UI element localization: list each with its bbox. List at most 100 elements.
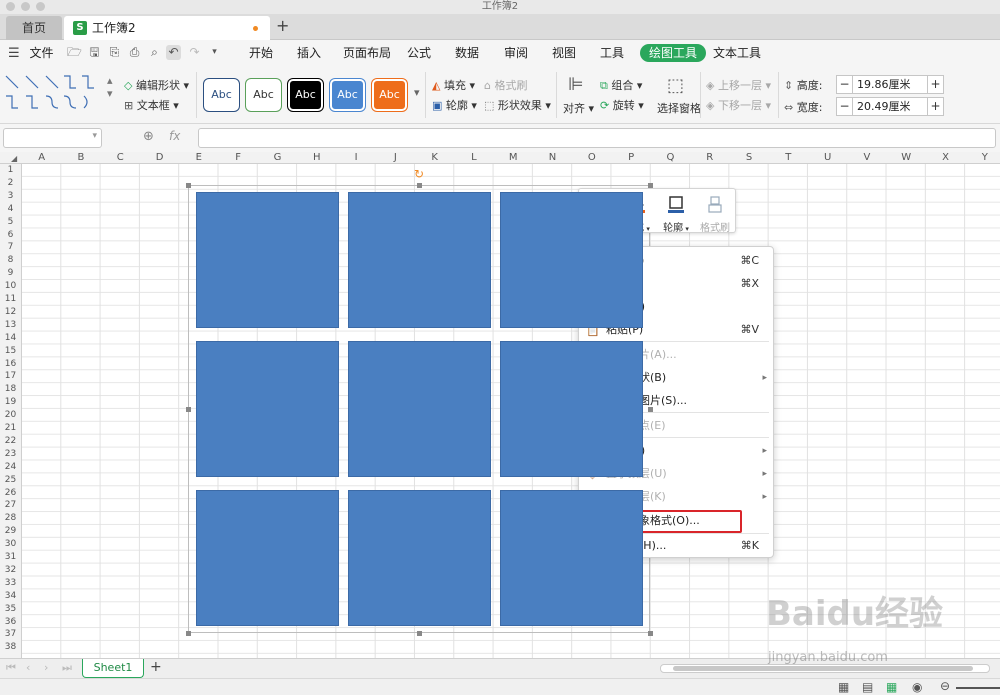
column-header[interactable]: T (769, 152, 808, 164)
height-stepper[interactable]: − 19.86厘米 + (836, 75, 944, 94)
selection-pane-icon[interactable]: ⬚ (667, 75, 684, 96)
ribbon-tab-6[interactable]: 视图 (552, 40, 576, 66)
undo-icon[interactable]: ↶ (166, 45, 181, 60)
shape-effects-button[interactable]: ⬚ 形状效果 ▾ (484, 97, 551, 113)
column-header[interactable]: O (572, 152, 611, 164)
file-menu[interactable]: ☰ 文件 (8, 40, 54, 66)
rectangle-shape[interactable] (500, 192, 643, 328)
eye-protection-icon[interactable]: ◉ (912, 680, 922, 694)
row-header[interactable]: 4 (0, 203, 21, 216)
row-header[interactable]: 36 (0, 616, 21, 629)
align-icon[interactable]: ⊫ (568, 74, 584, 95)
column-header[interactable]: F (219, 152, 258, 164)
column-header[interactable]: S (729, 152, 768, 164)
row-header[interactable]: 9 (0, 267, 21, 280)
column-header[interactable]: H (297, 152, 336, 164)
row-header[interactable]: 17 (0, 370, 21, 383)
print-preview-icon[interactable]: ⌕ (147, 45, 162, 60)
column-header[interactable]: E (179, 152, 218, 164)
row-header[interactable]: 31 (0, 551, 21, 564)
row-header[interactable]: 16 (0, 358, 21, 371)
fx-icon[interactable]: fx (169, 129, 180, 143)
page-layout-view-icon[interactable]: ▤ (862, 680, 873, 694)
sheet-tab-sheet1[interactable]: Sheet1 (82, 659, 144, 678)
resize-handle[interactable] (648, 631, 653, 636)
row-header[interactable]: 22 (0, 435, 21, 448)
column-header[interactable]: G (258, 152, 297, 164)
column-header[interactable]: M (494, 152, 533, 164)
column-header[interactable]: P (612, 152, 651, 164)
row-header[interactable]: 15 (0, 345, 21, 358)
row-header[interactable]: 32 (0, 564, 21, 577)
add-sheet-button[interactable]: + (150, 659, 162, 675)
select-all-icon[interactable]: ◢ (11, 154, 17, 163)
width-decrease-button[interactable]: − (837, 98, 853, 115)
row-header[interactable]: 25 (0, 474, 21, 487)
column-header[interactable]: C (101, 152, 140, 164)
save-icon[interactable]: 🖫 (87, 45, 102, 60)
edit-shape-button[interactable]: ◇ 编辑形状 ▾ (124, 77, 189, 93)
rectangle-shape[interactable] (348, 192, 491, 328)
width-increase-button[interactable]: + (927, 98, 943, 115)
outline-button[interactable]: ▣ 轮廓 ▾ (432, 97, 477, 113)
first-sheet-icon[interactable]: ⏮ (6, 661, 16, 675)
column-header[interactable]: L (454, 152, 493, 164)
fill-button[interactable]: ◭ 填充 ▾ (432, 77, 475, 93)
row-header[interactable]: 28 (0, 512, 21, 525)
style-gallery-more-icon[interactable]: ▾ (414, 86, 420, 99)
name-box[interactable]: ▾ (3, 128, 102, 148)
export-icon[interactable]: ⎘ (107, 45, 122, 60)
scrollbar-thumb[interactable] (673, 666, 973, 671)
zoom-lookup-icon[interactable]: ⊕ (143, 129, 154, 144)
row-header[interactable]: 33 (0, 577, 21, 590)
rotate-handle-icon[interactable]: ↻ (414, 167, 424, 181)
row-header[interactable]: 13 (0, 319, 21, 332)
column-header[interactable]: Y (965, 152, 1000, 164)
rectangle-shape[interactable] (348, 341, 491, 477)
open-folder-icon[interactable]: 🗁 (67, 45, 82, 60)
resize-handle[interactable] (186, 407, 191, 412)
rotate-button[interactable]: ⟳ 旋转 ▾ (600, 97, 644, 113)
row-header[interactable]: 24 (0, 461, 21, 474)
rectangle-shape[interactable] (500, 341, 643, 477)
new-tab-button[interactable]: + (276, 16, 289, 35)
align-button[interactable]: 对齐 ▾ (563, 100, 594, 116)
group-button[interactable]: ⧉ 组合 ▾ (600, 77, 642, 93)
ribbon-tab-0[interactable]: 开始 (249, 40, 273, 66)
resize-handle[interactable] (186, 183, 191, 188)
name-box-dropdown-icon[interactable]: ▾ (92, 131, 97, 141)
ribbon-tab-4[interactable]: 数据 (455, 40, 479, 66)
row-header[interactable]: 38 (0, 641, 21, 654)
row-header[interactable]: 18 (0, 383, 21, 396)
shape-style-preset[interactable]: Abc (330, 79, 365, 111)
row-header[interactable]: 35 (0, 603, 21, 616)
ribbon-tab-1[interactable]: 插入 (297, 40, 321, 66)
row-header[interactable]: 12 (0, 306, 21, 319)
ribbon-tab-5[interactable]: 审阅 (504, 40, 528, 66)
column-header[interactable]: R (690, 152, 729, 164)
last-sheet-icon[interactable]: ⏭ (62, 661, 72, 675)
resize-handle[interactable] (417, 631, 422, 636)
ribbon-tab-7[interactable]: 工具 (600, 40, 624, 66)
resize-handle[interactable] (186, 631, 191, 636)
row-header[interactable]: 37 (0, 628, 21, 641)
shape-style-preset[interactable]: Abc (246, 79, 281, 111)
row-header[interactable]: 34 (0, 590, 21, 603)
row-header[interactable]: 7 (0, 241, 21, 254)
row-header[interactable]: 11 (0, 293, 21, 306)
rectangle-shape[interactable] (348, 490, 491, 626)
row-header[interactable]: 23 (0, 448, 21, 461)
redo-icon[interactable]: ↷ (187, 45, 202, 60)
row-header[interactable]: 14 (0, 332, 21, 345)
quick-access-dropdown-icon[interactable]: ▾ (207, 45, 222, 60)
shape-style-preset[interactable]: Abc (372, 79, 407, 111)
shape-gallery[interactable] (4, 74, 100, 114)
width-value[interactable]: 20.49厘米 (857, 98, 911, 115)
column-header[interactable]: D (140, 152, 179, 164)
row-header[interactable]: 20 (0, 409, 21, 422)
zoom-slider[interactable] (956, 687, 1000, 689)
row-header[interactable]: 1 (0, 164, 21, 177)
column-header[interactable]: Q (651, 152, 690, 164)
tab-workbook[interactable]: S 工作簿2 (64, 16, 270, 40)
gallery-scroll-icon[interactable]: ▴ ▾ (107, 74, 113, 100)
